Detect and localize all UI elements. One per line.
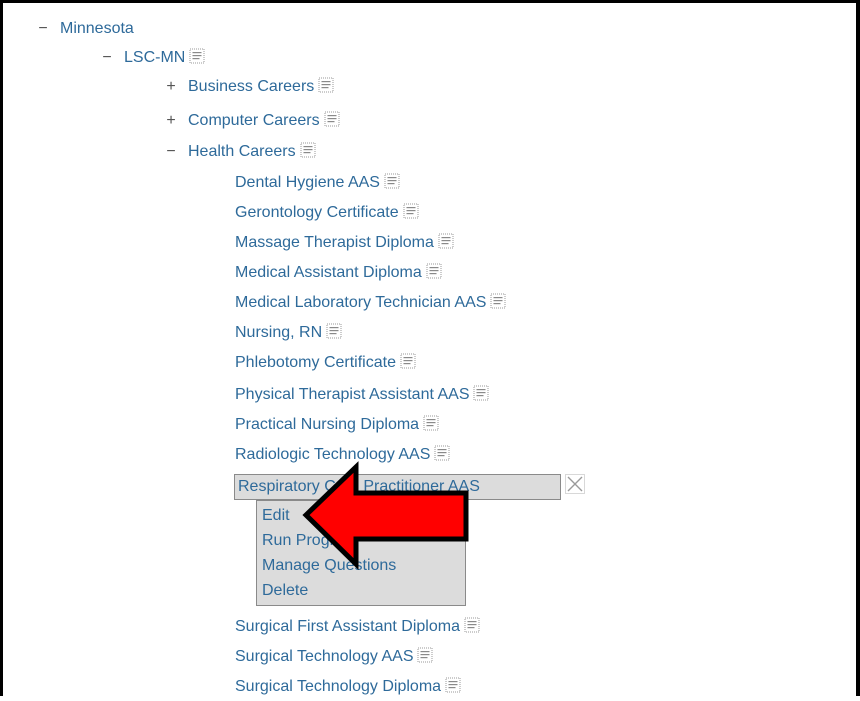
- program-label[interactable]: Surgical Technology Diploma: [235, 678, 441, 695]
- program-label[interactable]: Surgical First Assistant Diploma: [235, 618, 460, 635]
- document-icon[interactable]: [189, 48, 205, 72]
- program-label[interactable]: Dental Hygiene AAS: [235, 174, 380, 191]
- document-icon[interactable]: [464, 617, 480, 641]
- tree-leaf-program[interactable]: Gerontology Certificate: [235, 201, 419, 225]
- document-icon[interactable]: [473, 385, 489, 409]
- tree-panel: − Minnesota − LSC-MN + Business Careers + Co…: [0, 0, 860, 696]
- tree-leaf-program[interactable]: Dental Hygiene AAS: [235, 171, 400, 195]
- document-icon[interactable]: [300, 142, 316, 166]
- document-icon[interactable]: [490, 293, 506, 317]
- document-icon[interactable]: [445, 677, 461, 701]
- document-icon[interactable]: [438, 233, 454, 257]
- node-label[interactable]: Business Careers: [188, 78, 314, 95]
- tree-leaf-program[interactable]: Practical Nursing Diploma: [235, 413, 439, 437]
- collapse-icon[interactable]: −: [163, 140, 179, 164]
- document-icon[interactable]: [324, 111, 340, 135]
- document-icon[interactable]: [423, 415, 439, 439]
- program-label[interactable]: Medical Assistant Diploma: [235, 264, 422, 281]
- program-label[interactable]: Massage Therapist Diploma: [235, 234, 434, 251]
- node-label[interactable]: Minnesota: [60, 20, 134, 37]
- node-label[interactable]: Health Careers: [188, 143, 296, 160]
- tree-node-minnesota[interactable]: − Minnesota: [35, 17, 134, 41]
- tree-leaf-program[interactable]: Medical Laboratory Technician AAS: [235, 291, 506, 315]
- program-label[interactable]: Practical Nursing Diploma: [235, 416, 419, 433]
- tree-node-health-careers[interactable]: − Health Careers: [163, 140, 316, 164]
- collapse-icon[interactable]: −: [35, 17, 51, 41]
- tree-leaf-program[interactable]: Phlebotomy Certificate: [235, 351, 416, 375]
- program-label[interactable]: Gerontology Certificate: [235, 204, 399, 221]
- node-label[interactable]: LSC-MN: [124, 49, 185, 66]
- node-label[interactable]: Computer Careers: [188, 112, 320, 129]
- tree-leaf-program[interactable]: Surgical Technology Diploma: [235, 675, 461, 699]
- document-icon[interactable]: [326, 323, 342, 347]
- tree-leaf-program[interactable]: Surgical Technology AAS: [235, 645, 433, 669]
- program-label[interactable]: Medical Laboratory Technician AAS: [235, 294, 486, 311]
- document-icon[interactable]: [318, 77, 334, 101]
- close-icon[interactable]: [565, 474, 585, 494]
- program-label[interactable]: Surgical Technology AAS: [235, 648, 413, 665]
- program-label[interactable]: Phlebotomy Certificate: [235, 354, 396, 371]
- tree-node-lsc-mn[interactable]: − LSC-MN: [99, 46, 205, 70]
- program-label[interactable]: Nursing, RN: [235, 324, 322, 341]
- document-icon[interactable]: [426, 263, 442, 287]
- tree-node-computer-careers[interactable]: + Computer Careers: [163, 109, 340, 133]
- tree-leaf-program[interactable]: Physical Therapist Assistant AAS: [235, 383, 489, 407]
- tree-leaf-program[interactable]: Nursing, RN: [235, 321, 342, 345]
- program-label[interactable]: Physical Therapist Assistant AAS: [235, 386, 469, 403]
- expand-icon[interactable]: +: [163, 75, 179, 99]
- document-icon[interactable]: [417, 647, 433, 671]
- tree-node-business-careers[interactable]: + Business Careers: [163, 75, 334, 99]
- document-icon[interactable]: [384, 173, 400, 197]
- tree-leaf-program[interactable]: Massage Therapist Diploma: [235, 231, 454, 255]
- red-arrow-icon: [298, 461, 478, 576]
- document-icon[interactable]: [400, 353, 416, 377]
- tree-leaf-program[interactable]: Medical Assistant Diploma: [235, 261, 442, 285]
- document-icon[interactable]: [403, 203, 419, 227]
- collapse-icon[interactable]: −: [99, 46, 115, 70]
- expand-icon[interactable]: +: [163, 109, 179, 133]
- menu-item-delete[interactable]: Delete: [257, 578, 465, 603]
- tree-leaf-program[interactable]: Surgical First Assistant Diploma: [235, 615, 480, 639]
